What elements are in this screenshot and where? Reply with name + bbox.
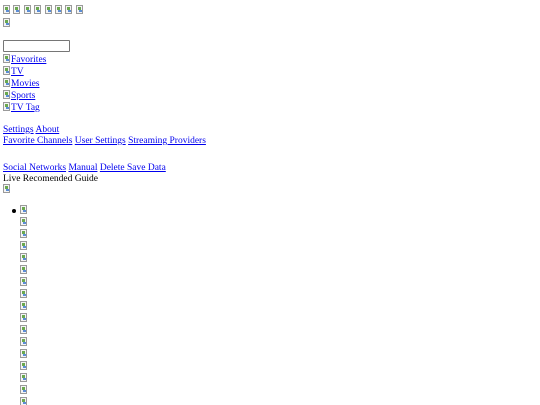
search-input[interactable] — [3, 40, 70, 52]
channel-logo-broken-image-icon[interactable] — [20, 217, 27, 226]
broken-image-icon — [3, 78, 10, 87]
channel-list-item — [20, 361, 27, 373]
channel-list-item — [20, 337, 27, 349]
nav-item-tv-tag: TV Tag — [3, 102, 46, 114]
favorite-channels-link[interactable]: Favorite Channels — [3, 136, 72, 146]
channel-list-item — [20, 265, 27, 277]
broken-image-icon — [3, 102, 10, 111]
channel-logo-broken-image-icon[interactable] — [20, 361, 27, 370]
channel-logo-broken-image-icon[interactable] — [20, 349, 27, 358]
top-icon-bar — [3, 5, 84, 15]
nav-item-sports: Sports — [3, 90, 46, 102]
broken-image-icon[interactable] — [65, 5, 73, 14]
channel-logo-broken-image-icon[interactable] — [20, 325, 27, 334]
broken-image-icon[interactable] — [75, 5, 83, 14]
nav-link-sports[interactable]: Sports — [11, 91, 35, 101]
broken-image-icon — [3, 54, 10, 63]
channel-list-item — [20, 301, 27, 313]
nav-item-movies: Movies — [3, 78, 46, 90]
channel-list-item — [20, 349, 27, 361]
channel-logo-broken-image-icon[interactable] — [20, 289, 27, 298]
channel-list-item — [20, 397, 27, 405]
nav-item-tv: TV — [3, 66, 46, 78]
channel-list-item — [20, 289, 27, 301]
broken-image-icon[interactable] — [34, 5, 42, 14]
broken-image-icon[interactable] — [23, 5, 31, 14]
manual-link[interactable]: Manual — [68, 163, 97, 173]
channel-list-item — [20, 229, 27, 241]
channel-list-item — [12, 205, 27, 217]
broken-image-icon[interactable] — [54, 5, 62, 14]
broken-image-icon[interactable] — [3, 5, 10, 14]
preferences-row: Favorite Channels User Settings Streamin… — [3, 135, 206, 147]
user-settings-link[interactable]: User Settings — [75, 136, 126, 146]
channel-list — [12, 205, 27, 405]
channel-logo-broken-image-icon[interactable] — [20, 313, 27, 322]
category-nav: Favorites TV Movies Sports TV Tag — [3, 54, 46, 114]
nav-link-movies[interactable]: Movies — [11, 79, 40, 89]
channel-list-item — [20, 385, 27, 397]
channel-logo-broken-image-icon[interactable] — [20, 205, 27, 214]
banner-broken-image-icon — [3, 184, 10, 193]
channel-logo-broken-image-icon[interactable] — [20, 229, 27, 238]
guide-title: Live Recomended Guide — [3, 174, 98, 184]
broken-image-icon — [3, 90, 10, 99]
broken-image-icon[interactable] — [44, 5, 52, 14]
channel-logo-broken-image-icon[interactable] — [20, 301, 27, 310]
channel-logo-broken-image-icon[interactable] — [20, 277, 27, 286]
social-networks-link[interactable]: Social Networks — [3, 163, 66, 173]
channel-list-item — [20, 373, 27, 385]
channel-list-item — [20, 241, 27, 253]
nav-link-tv-tag[interactable]: TV Tag — [11, 103, 40, 113]
delete-save-data-link[interactable]: Delete Save Data — [100, 163, 166, 173]
channel-logo-broken-image-icon[interactable] — [20, 265, 27, 274]
channel-logo-broken-image-icon[interactable] — [20, 253, 27, 262]
broken-image-icon — [3, 66, 10, 75]
streaming-providers-link[interactable]: Streaming Providers — [128, 136, 206, 146]
channel-logo-broken-image-icon[interactable] — [20, 241, 27, 250]
settings-link[interactable]: Settings — [3, 125, 34, 135]
channel-logo-broken-image-icon[interactable] — [20, 337, 27, 346]
broken-image-icon[interactable] — [13, 5, 21, 14]
about-link[interactable]: About — [35, 125, 59, 135]
channel-list-item — [20, 325, 27, 337]
nav-link-favorites[interactable]: Favorites — [11, 55, 46, 65]
channel-logo-broken-image-icon[interactable] — [20, 397, 27, 405]
channel-list-item — [20, 253, 27, 265]
logo-broken-image-icon — [3, 18, 10, 27]
channel-logo-broken-image-icon[interactable] — [20, 385, 27, 394]
channel-list-item — [20, 277, 27, 289]
nav-item-favorites: Favorites — [3, 54, 46, 66]
channel-list-item — [20, 217, 27, 229]
channel-logo-broken-image-icon[interactable] — [20, 373, 27, 382]
nav-link-tv[interactable]: TV — [11, 67, 24, 77]
channel-list-item — [20, 313, 27, 325]
